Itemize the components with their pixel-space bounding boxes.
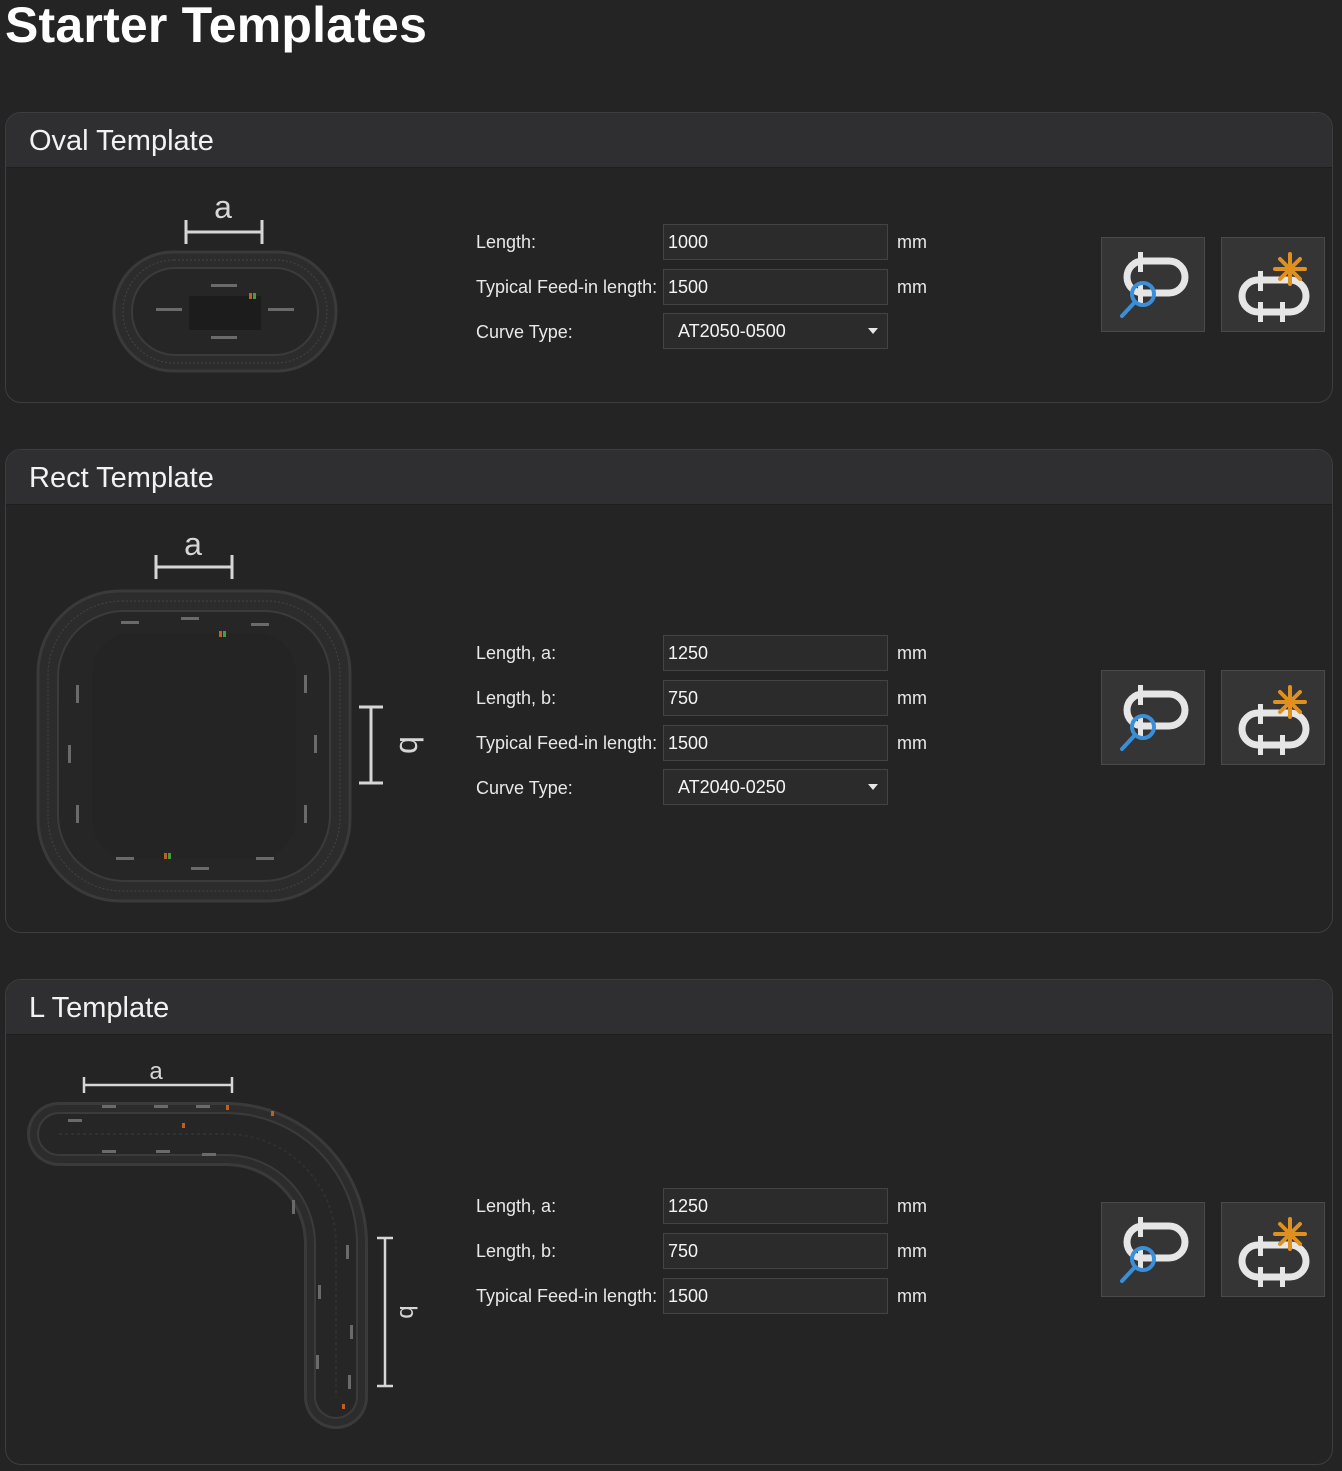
oval-template-panel: Oval Template a Length: mm Typical Feed-… [5, 112, 1333, 403]
create-track-button[interactable] [1221, 1202, 1325, 1297]
curve-type-value: AT2040-0250 [678, 777, 786, 797]
chevron-down-icon [868, 784, 878, 790]
preview-track-button[interactable] [1101, 237, 1205, 332]
curve-type-value: AT2050-0500 [678, 321, 786, 341]
track-preview-icon [1120, 685, 1189, 751]
unit-label: mm [897, 733, 927, 753]
create-track-button[interactable] [1221, 670, 1325, 765]
rect-track-diagram: a b [36, 526, 429, 903]
curve-type-select[interactable]: AT2040-0250 [663, 769, 888, 805]
feed-in-input[interactable] [663, 269, 888, 305]
l-track-diagram: a b [27, 1058, 421, 1429]
feed-in-label: Typical Feed-in length: [476, 733, 658, 753]
length-a-input[interactable] [663, 1188, 888, 1224]
feed-in-label: Typical Feed-in length: [476, 277, 658, 297]
feed-in-input[interactable] [663, 1278, 888, 1314]
unit-label: mm [897, 1241, 927, 1261]
page-title: Starter Templates [5, 0, 428, 53]
panel-title: L Template [29, 992, 170, 1024]
oval-track-diagram: a [112, 189, 338, 373]
dimension-label-b: b [394, 1305, 421, 1318]
unit-label: mm [897, 1286, 927, 1306]
dimension-label-b: b [393, 736, 429, 754]
curve-type-label: Curve Type: [476, 778, 573, 798]
feed-in-label: Typical Feed-in length: [476, 1286, 658, 1306]
length-input[interactable] [663, 224, 888, 260]
dimension-label-a: a [184, 526, 202, 562]
unit-label: mm [897, 1196, 927, 1216]
unit-label: mm [897, 688, 927, 708]
length-b-input[interactable] [663, 680, 888, 716]
length-b-input[interactable] [663, 1233, 888, 1269]
track-preview-icon [1120, 252, 1189, 318]
preview-track-button[interactable] [1101, 1202, 1205, 1297]
panel-title: Oval Template [29, 125, 214, 157]
panel-header: Rect Template [6, 450, 1332, 505]
track-create-icon [1238, 685, 1310, 755]
length-a-label: Length, a: [476, 643, 557, 663]
panel-header: Oval Template [6, 113, 1332, 168]
preview-track-button[interactable] [1101, 670, 1205, 765]
unit-label: mm [897, 643, 927, 663]
create-track-button[interactable] [1221, 237, 1325, 332]
length-b-label: Length, b: [476, 1241, 557, 1261]
unit-label: mm [897, 277, 927, 297]
panel-header: L Template [6, 980, 1332, 1035]
rect-template-panel: Rect Template a b Length, a: 1250 mm Len… [5, 449, 1333, 933]
length-a-input[interactable] [663, 635, 888, 671]
track-create-icon [1238, 252, 1310, 322]
chevron-down-icon [868, 328, 878, 334]
curve-type-select[interactable]: AT2050-0500 [663, 313, 888, 349]
unit-label: mm [897, 232, 927, 252]
l-template-panel: L Template a b Length, a: 1250 mm Length… [5, 979, 1333, 1465]
feed-in-input[interactable] [663, 725, 888, 761]
length-label: Length: [476, 232, 537, 252]
panel-title: Rect Template [29, 462, 214, 494]
dimension-label-a: a [214, 189, 232, 225]
dimension-label-a: a [149, 1058, 163, 1085]
length-a-label: Length, a: [476, 1196, 557, 1216]
track-create-icon [1238, 1217, 1310, 1287]
curve-type-label: Curve Type: [476, 322, 573, 342]
length-b-label: Length, b: [476, 688, 557, 708]
track-preview-icon [1120, 1217, 1189, 1283]
